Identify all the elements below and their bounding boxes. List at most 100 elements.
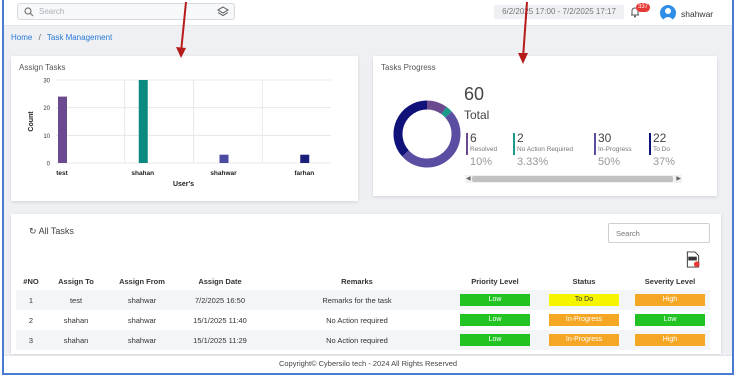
cell-remarks: Remarks for the task (262, 290, 452, 310)
stat-bar (594, 133, 596, 155)
cell-priority: Low (452, 290, 538, 310)
assign-tasks-card: Assign Tasks 0 10 20 30 test shahan shahwar far… (11, 56, 358, 201)
cell-severity: High (630, 330, 710, 350)
breadcrumb-current[interactable]: Task Management (47, 33, 112, 42)
stat-bar (513, 133, 515, 155)
stat-label: Resolved (470, 146, 498, 153)
footer: Copyright© Cybersilo tech - 2024 All Rig… (4, 355, 732, 373)
stat-number: 22 (653, 131, 667, 145)
status-badge: To Do (549, 294, 619, 306)
severity-badge: Low (635, 314, 705, 326)
col-severity[interactable]: Severity Level (630, 272, 710, 290)
tasks-search-placeholder: Search (616, 229, 640, 238)
cell-priority: Low (452, 330, 538, 350)
cell-remarks: No Action required (262, 330, 452, 350)
tasks-table: #NO Assign To Assign From Assign Date Re… (16, 272, 710, 350)
col-no[interactable]: #NO (16, 272, 46, 290)
csv-export-icon[interactable] (686, 251, 700, 268)
assign-tasks-chart: 0 10 20 30 test shahan shahwar farhan User's Coun… (28, 79, 331, 188)
donut-slice (441, 106, 452, 118)
severity-badge: High (635, 334, 705, 346)
cell-no: 3 (16, 330, 46, 350)
scroll-left-icon[interactable]: ◀ (466, 175, 471, 183)
user-icon (662, 8, 674, 21)
table-row[interactable]: 1 test shahwar 7/2/2025 16:50 Remarks fo… (16, 290, 710, 310)
donut-slice (402, 111, 461, 168)
tasks-search-input[interactable]: Search (608, 223, 710, 243)
stat-in-progress: 30 In-Progress 50% (594, 131, 632, 168)
y-tick-label: 20 (43, 106, 50, 112)
cell-status: In-Progress (538, 310, 630, 330)
stat-number: 30 (598, 131, 612, 145)
cell-assign-date: 15/1/2025 11:29 (178, 330, 262, 350)
stat-percent: 50% (598, 156, 621, 168)
col-priority[interactable]: Priority Level (452, 272, 538, 290)
cell-assign-from: shahwar (106, 330, 178, 350)
donut-slice (393, 100, 428, 157)
top-bar: Search 6/2/2025 17:00 - 7/2/2025 17:17 3… (4, 0, 732, 26)
y-axis-label: Count (28, 111, 35, 132)
tasks-progress-card: Tasks Progress 60 Total 6 Resolved 10% 2… (373, 56, 717, 196)
table-row[interactable]: 3 shahan shahwar 15/1/2025 11:29 No Acti… (16, 330, 710, 350)
table-row[interactable]: 2 shahan shahwar 15/1/2025 11:40 No Acti… (16, 310, 710, 330)
col-assign-date[interactable]: Assign Date (178, 272, 262, 290)
stat-bar (466, 133, 468, 155)
date-range-picker[interactable]: 6/2/2025 17:00 - 7/2/2025 17:17 (494, 5, 624, 19)
stat-bar (649, 133, 651, 155)
breadcrumb-separator: / (38, 33, 41, 42)
stat-percent: 3.33% (517, 156, 549, 168)
all-tasks-header: ↻ All Tasks (29, 226, 74, 237)
breadcrumb: Home / Task Management (11, 33, 112, 42)
col-assign-to[interactable]: Assign To (46, 272, 106, 290)
x-tick-label: shahwar (210, 170, 237, 177)
search-input[interactable]: Search (39, 7, 64, 16)
cell-no: 1 (16, 290, 46, 310)
layers-icon[interactable] (217, 6, 229, 18)
cell-assign-date: 15/1/2025 11:40 (193, 315, 247, 325)
priority-badge: Low (460, 334, 530, 346)
cell-severity: Low (630, 310, 710, 330)
severity-badge: High (635, 294, 705, 306)
stats-scrollbar[interactable]: ◀ ▶ (465, 175, 682, 183)
search-icon (24, 7, 34, 17)
scroll-right-icon[interactable]: ▶ (676, 175, 681, 183)
all-tasks-title: All Tasks (38, 226, 74, 236)
stat-number: 6 (470, 131, 477, 145)
cell-assign-from: shahwar (106, 290, 178, 310)
stat-label: To Do (653, 146, 670, 153)
cell-assign-date: 7/2/2025 16:50 (178, 290, 262, 310)
search-box[interactable]: Search (17, 3, 235, 20)
notification-badge: 337 (636, 3, 651, 12)
tasks-progress-title: Tasks Progress (381, 63, 436, 72)
stat-number: 2 (517, 131, 524, 145)
app-frame: Search 6/2/2025 17:00 - 7/2/2025 17:17 3… (2, 0, 734, 375)
refresh-icon[interactable]: ↻ (29, 226, 37, 236)
x-tick-label: farhan (294, 170, 314, 177)
stat-percent: 37% (653, 156, 676, 168)
avatar[interactable] (660, 5, 676, 21)
priority-badge: Low (460, 314, 530, 326)
y-tick-label: 10 (43, 134, 50, 140)
cell-status: In-Progress (538, 330, 630, 350)
col-assign-from[interactable]: Assign From (106, 272, 178, 290)
cell-assign-from: shahwar (127, 315, 157, 325)
annotation-arrow-right (518, 1, 528, 64)
total-value: 60 (464, 84, 485, 104)
all-tasks-card: ↻ All Tasks Search #NO Assign To Assign … (11, 214, 721, 354)
cell-status: To Do (538, 290, 630, 310)
stat-label: No Action Required (517, 146, 574, 153)
tasks-donut-chart (393, 100, 461, 168)
status-badge: In-Progress (549, 334, 619, 346)
cell-severity: High (630, 290, 710, 310)
stat-to-do: 22 To Do 37% (649, 131, 676, 168)
stat-percent: 10% (470, 156, 493, 168)
cell-assign-to: test (46, 290, 106, 310)
cell-remarks: No Action required (326, 315, 388, 325)
scrollbar-thumb[interactable] (472, 176, 673, 182)
username[interactable]: shahwar (681, 9, 713, 19)
bar (219, 154, 229, 163)
breadcrumb-home[interactable]: Home (11, 33, 32, 42)
col-status[interactable]: Status (538, 272, 630, 290)
cell-assign-to: shahan (63, 315, 89, 325)
col-remarks[interactable]: Remarks (262, 272, 452, 290)
